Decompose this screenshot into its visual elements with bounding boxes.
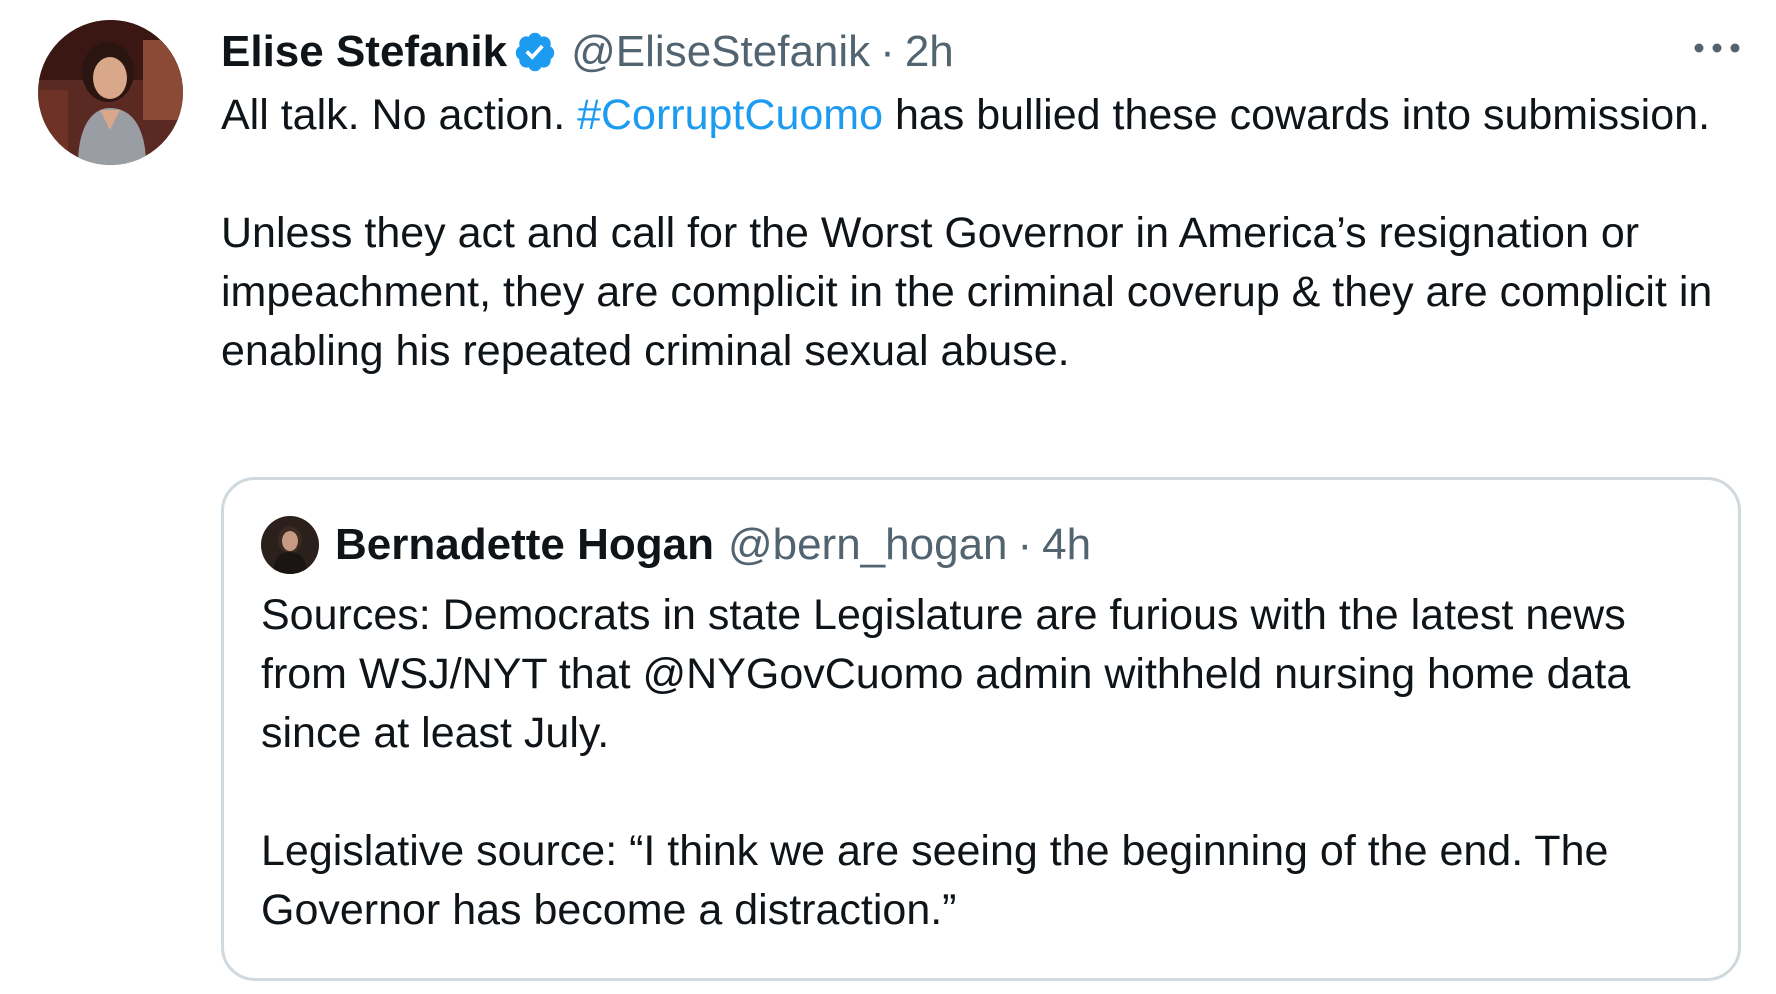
tweet-timestamp[interactable]: 2h xyxy=(905,22,954,82)
profile-photo-icon xyxy=(38,20,183,165)
header-separator: · xyxy=(880,27,895,76)
quoted-tweet-card[interactable]: Bernadette Hogan @bern_hogan · 4h Source… xyxy=(221,477,1741,981)
quoted-tweet-text: Sources: Democrats in state Legislature … xyxy=(261,586,1701,940)
more-horizontal-icon xyxy=(1694,43,1740,53)
quoted-paragraph-2: Legislative source: “I think we are seei… xyxy=(261,827,1609,934)
tweet-header: Elise Stefanik @EliseStefanik · 2h xyxy=(221,22,954,82)
quoted-paragraph-1: Sources: Democrats in state Legislature … xyxy=(261,591,1631,757)
tweet-text-segment: has bullied these cowards into submissio… xyxy=(883,91,1711,139)
hashtag-link[interactable]: #CorruptCuomo xyxy=(577,91,883,139)
author-avatar[interactable] xyxy=(38,20,183,165)
tweet-paragraph-2: Unless they act and call for the Worst G… xyxy=(221,209,1713,375)
tweet-paragraph-1: All talk. No action. #CorruptCuomo has b… xyxy=(221,86,1741,145)
quoted-author-display-name: Bernadette Hogan xyxy=(335,520,714,569)
quoted-tweet-timestamp: 4h xyxy=(1042,520,1092,569)
quoted-header-separator: · xyxy=(1017,520,1033,569)
tweet-text: All talk. No action. #CorruptCuomo has b… xyxy=(221,86,1741,381)
quoted-author-avatar xyxy=(261,516,319,574)
quoted-author-handle: @bern_hogan xyxy=(727,520,1008,569)
author-handle[interactable]: @EliseStefanik xyxy=(571,22,870,82)
profile-photo-icon xyxy=(261,516,319,574)
more-options-button[interactable] xyxy=(1690,30,1744,66)
tweet-text-segment: All talk. No action. xyxy=(221,91,578,139)
quoted-tweet-header: Bernadette Hogan @bern_hogan · 4h xyxy=(261,516,1091,574)
verified-badge-icon xyxy=(513,30,557,74)
author-display-name[interactable]: Elise Stefanik xyxy=(221,22,507,82)
